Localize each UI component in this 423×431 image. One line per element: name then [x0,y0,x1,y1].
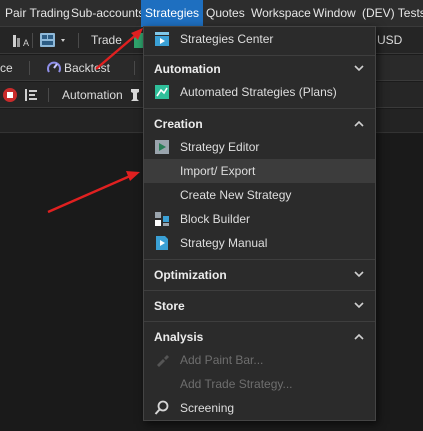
menu-dev-tests[interactable]: (DEV) Tests [360,0,423,27]
menu-item-import-export[interactable]: Import/ Export [144,159,375,183]
toolbar-divider [32,33,33,48]
menu-item-label: Screening [180,401,235,415]
menu-item-create-new-strategy[interactable]: Create New Strategy [144,183,375,207]
chevron-down-icon [353,293,365,319]
section-analysis[interactable]: Analysis [144,324,375,350]
toolbar-divider [134,61,135,75]
menu-window[interactable]: Window [311,0,358,27]
section-automation[interactable]: Automation [144,56,375,82]
stop-icon[interactable] [2,87,18,103]
strategy-editor-icon [154,139,170,155]
app-window: Pair Trading Sub-accounts Strategies Quo… [0,0,423,431]
toolbar-divider [29,61,30,75]
menu-item-label: Import/ Export [180,164,256,178]
chevron-up-icon [353,324,365,350]
automated-strategies-icon [154,84,170,100]
search-icon [154,400,170,416]
chess-piece-icon[interactable] [129,87,141,103]
font-size-icon[interactable]: A [12,33,30,49]
automation-button[interactable]: Automation [62,82,123,108]
menu-item-label: Strategies Center [180,32,274,46]
truncated-tab-label[interactable]: ce [0,55,13,81]
menu-item-label: Add Paint Bar... [180,353,264,367]
block-builder-icon [154,211,170,227]
menu-item-label: Strategy Editor [180,140,260,154]
menu-strategies[interactable]: Strategies [141,0,204,27]
section-title: Store [154,299,185,313]
toolbar-divider [48,88,49,102]
menu-item-add-trade-strategy: Add Trade Strategy... [144,372,375,396]
paint-brush-icon [154,352,170,368]
backtest-icon[interactable] [46,61,62,75]
menu-item-block-builder[interactable]: Block Builder [144,207,375,231]
menu-item-label: Block Builder [180,212,251,226]
backtest-button[interactable]: Backtest [64,55,110,81]
menu-quotes[interactable]: Quotes [204,0,247,27]
currency-label[interactable]: USD [377,27,402,54]
section-title: Automation [154,62,221,76]
menu-divider [144,290,375,291]
menu-item-automated-strategies[interactable]: Automated Strategies (Plans) [144,80,375,104]
trade-label[interactable]: Trade [91,27,122,54]
menu-sub-accounts[interactable]: Sub-accounts [69,0,146,27]
menu-item-add-paint-bar: Add Paint Bar... [144,348,375,372]
menu-item-strategies-center[interactable]: Strategies Center [144,27,375,51]
menu-item-strategy-editor[interactable]: Strategy Editor [144,135,375,159]
menu-divider [144,259,375,260]
menu-pair-trading[interactable]: Pair Trading [3,0,72,27]
strategy-manual-icon [154,235,170,251]
menu-workspace[interactable]: Workspace [249,0,313,27]
menu-item-strategy-manual[interactable]: Strategy Manual [144,231,375,255]
strategies-menu: Strategies Center Automation Automated S… [143,26,376,421]
toolbar-divider [78,33,79,48]
chevron-down-icon [353,56,365,82]
section-optimization[interactable]: Optimization [144,262,375,288]
menubar: Pair Trading Sub-accounts Strategies Quo… [0,0,423,27]
list-icon[interactable] [24,88,38,102]
menu-item-label: Strategy Manual [180,236,268,250]
menu-item-label: Automated Strategies (Plans) [180,85,337,99]
strategies-center-icon [154,31,170,47]
menu-item-screening[interactable]: Screening [144,396,375,420]
section-store[interactable]: Store [144,293,375,319]
menu-divider [144,108,375,109]
chevron-down-icon [353,262,365,288]
menu-item-label: Create New Strategy [180,188,292,202]
menu-item-label: Add Trade Strategy... [180,377,293,391]
section-title: Analysis [154,330,204,344]
section-title: Creation [154,117,203,131]
layout-icon[interactable] [39,32,69,49]
section-creation[interactable]: Creation [144,111,375,137]
font-size-subscript: A [23,38,30,48]
chevron-up-icon [353,111,365,137]
menu-divider [144,321,375,322]
section-title: Optimization [154,268,227,282]
